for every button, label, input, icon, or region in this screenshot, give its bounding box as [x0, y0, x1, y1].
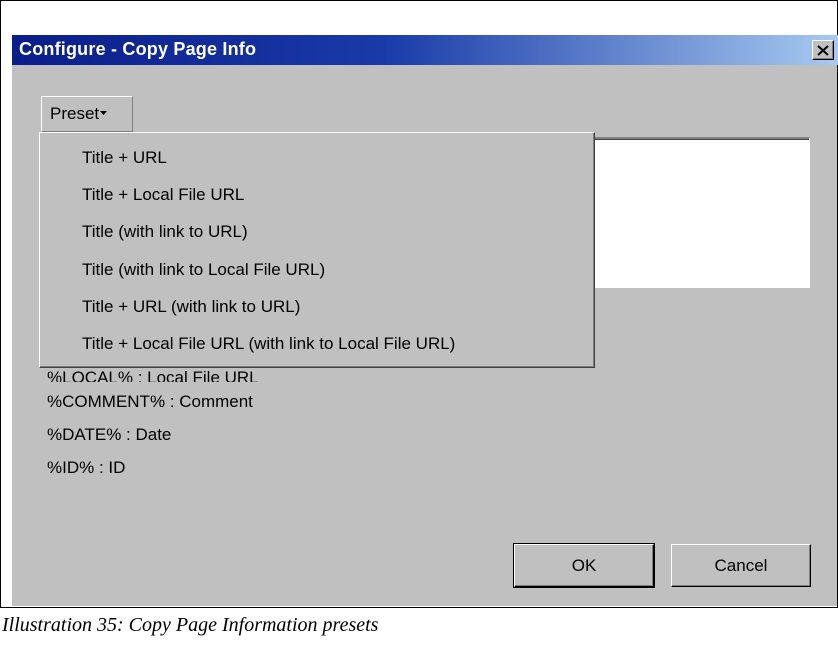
close-icon [817, 44, 829, 56]
menu-item-title-local-file-url[interactable]: Title + Local File URL [82, 180, 244, 210]
variable-comment: %COMMENT% : Comment [47, 392, 253, 411]
preset-button[interactable]: Preset [41, 96, 133, 132]
menu-item-title-link-url[interactable]: Title (with link to URL) [82, 217, 248, 247]
preset-label: Preset [50, 104, 100, 123]
menu-item-title-local-url-link-local-url[interactable]: Title + Local File URL (with link to Loc… [82, 329, 455, 359]
figure-caption: Illustration 35: Copy Page Information p… [2, 614, 379, 636]
preset-menu: Title + URL Title + Local File URL Title… [39, 132, 595, 368]
dropdown-arrow-icon [100, 110, 108, 115]
variable-date: %DATE% : Date [47, 425, 172, 444]
format-textbox[interactable] [590, 137, 810, 288]
menu-item-title-url-link-url[interactable]: Title + URL (with link to URL) [82, 292, 300, 322]
close-button[interactable] [812, 40, 834, 60]
window-title: Configure - Copy Page Info [19, 39, 257, 59]
cancel-button[interactable]: Cancel [671, 544, 811, 587]
variable-id: %ID% : ID [47, 458, 126, 477]
menu-item-title-url[interactable]: Title + URL [82, 143, 167, 173]
menu-item-title-link-local-file-url[interactable]: Title (with link to Local File URL) [82, 255, 325, 285]
ok-button[interactable]: OK [513, 543, 655, 588]
title-bar: Configure - Copy Page Info [12, 35, 838, 65]
